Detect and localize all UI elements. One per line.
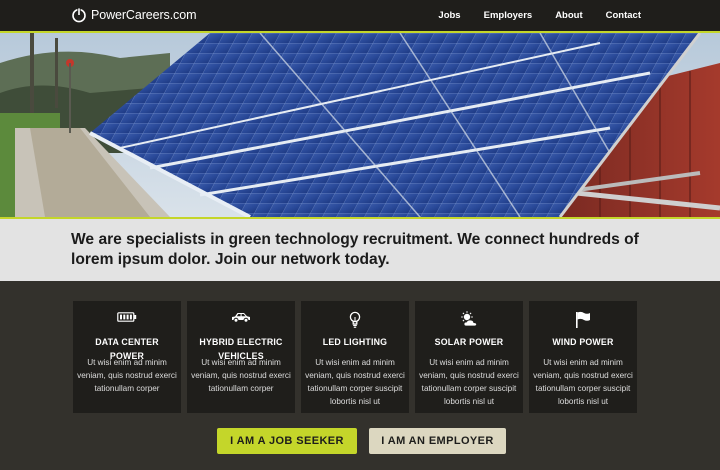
nav-link-about[interactable]: About xyxy=(555,10,582,21)
card-title-line: HYBRID ELECTRIC xyxy=(199,337,283,347)
lightbulb-icon xyxy=(301,311,409,329)
top-navigation-bar: PowerCareers.com Jobs Employers About Co… xyxy=(0,0,720,33)
battery-icon xyxy=(73,311,181,329)
card-wind-power[interactable]: WIND POWER Ut wisi enim ad minim veniam,… xyxy=(529,301,637,413)
card-title: LED LIGHTING xyxy=(301,335,409,349)
flag-icon xyxy=(529,311,637,329)
nav-link-contact[interactable]: Contact xyxy=(606,10,641,21)
card-description: Ut wisi enim ad minim veniam, quis nostr… xyxy=(533,358,633,406)
card-title-line: DATA CENTER xyxy=(95,337,159,347)
brand-name: PowerCareers.com xyxy=(91,8,197,22)
card-description: Ut wisi enim ad minim veniam, quis nostr… xyxy=(419,358,519,406)
power-icon xyxy=(72,7,86,23)
card-description: Ut wisi enim ad minim veniam, quis nostr… xyxy=(77,358,177,393)
solar-panel-illustration xyxy=(0,33,720,217)
nav-link-jobs[interactable]: Jobs xyxy=(438,10,460,21)
card-title-line: SOLAR POWER xyxy=(434,337,504,347)
card-title: SOLAR POWER xyxy=(415,335,523,349)
tagline-band: We are specialists in green technology r… xyxy=(0,219,720,281)
main-nav: Jobs Employers About Contact xyxy=(415,0,641,31)
sector-cards: DATA CENTER POWER Ut wisi enim ad minim … xyxy=(73,301,637,413)
hero-image-solar-panels xyxy=(0,33,720,219)
card-description: Ut wisi enim ad minim veniam, quis nostr… xyxy=(305,358,405,406)
site-logo[interactable]: PowerCareers.com xyxy=(71,7,196,23)
card-hybrid-electric-vehicles[interactable]: HYBRID ELECTRIC VEHICLES Ut wisi enim ad… xyxy=(187,301,295,413)
car-icon xyxy=(187,311,295,329)
card-description: Ut wisi enim ad minim veniam, quis nostr… xyxy=(191,358,291,393)
card-title-line: LED LIGHTING xyxy=(322,337,388,347)
card-solar-power[interactable]: SOLAR POWER Ut wisi enim ad minim veniam… xyxy=(415,301,523,413)
card-led-lighting[interactable]: LED LIGHTING Ut wisi enim ad minim venia… xyxy=(301,301,409,413)
sun-cloud-icon xyxy=(415,311,523,329)
job-seeker-button[interactable]: I AM A JOB SEEKER xyxy=(217,428,357,454)
card-title-line: WIND POWER xyxy=(552,337,614,347)
card-data-center-power[interactable]: DATA CENTER POWER Ut wisi enim ad minim … xyxy=(73,301,181,413)
employer-button[interactable]: I AM AN EMPLOYER xyxy=(369,428,506,454)
nav-link-employers[interactable]: Employers xyxy=(484,10,533,21)
tagline-text: We are specialists in green technology r… xyxy=(71,231,639,268)
card-title: WIND POWER xyxy=(529,335,637,349)
